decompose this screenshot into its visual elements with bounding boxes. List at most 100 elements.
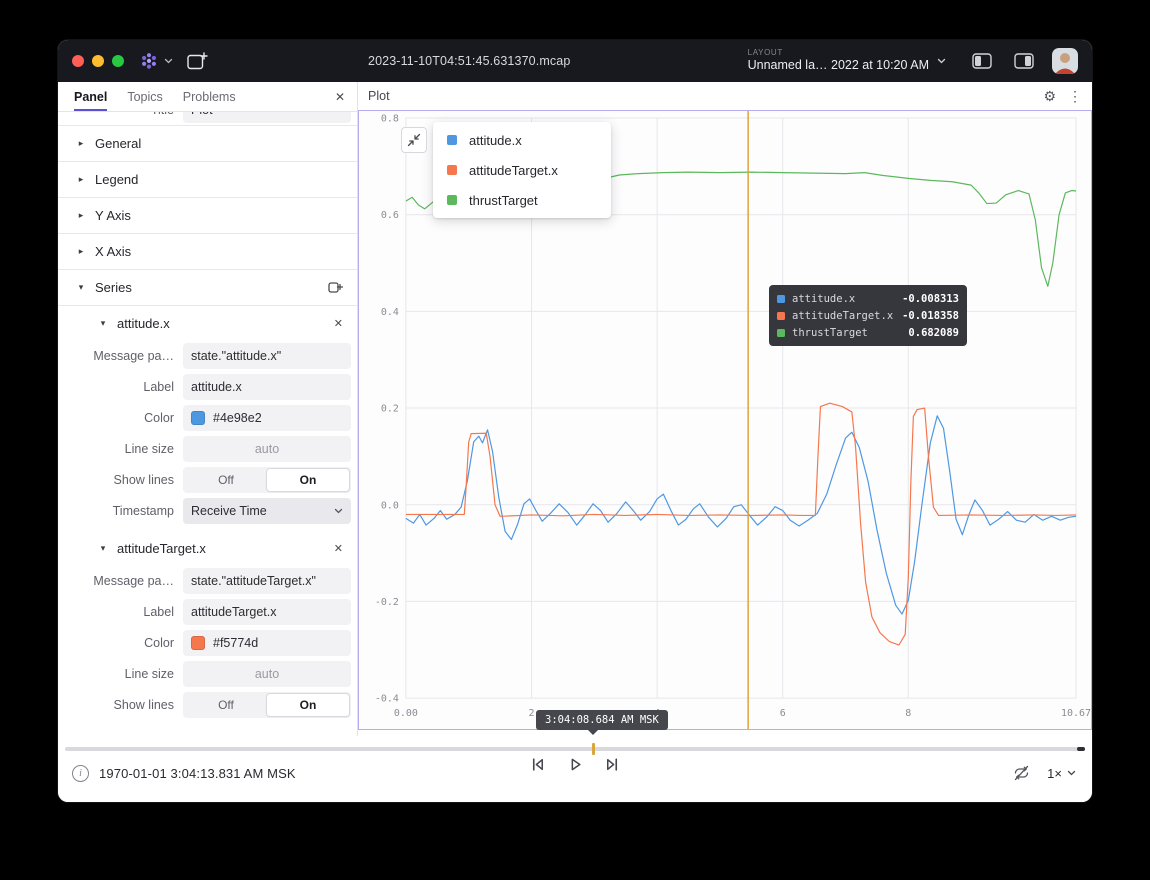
tab-problems[interactable]: Problems xyxy=(183,82,236,111)
timeline-scrubber[interactable] xyxy=(65,747,1085,751)
seek-forward-button[interactable] xyxy=(604,756,621,773)
toggle-right-sidebar-button[interactable] xyxy=(1014,53,1034,69)
title-field-label: Title xyxy=(58,112,183,117)
line-size-input[interactable]: auto xyxy=(183,661,351,687)
chevron-down-icon xyxy=(334,508,343,514)
settings-gear-icon[interactable]: ⚙ xyxy=(1043,88,1056,105)
section-general-label: General xyxy=(95,136,141,151)
caret-right-icon: ▸ xyxy=(76,138,86,149)
title-row-clipped: Title Plot xyxy=(58,112,357,126)
field-label: Label xyxy=(58,380,183,394)
field-color: Color #4e98e2 xyxy=(58,402,357,433)
svg-text:0.2: 0.2 xyxy=(381,404,399,415)
close-sidebar-button[interactable]: ✕ xyxy=(335,82,345,111)
caret-right-icon: ▸ xyxy=(76,246,86,257)
color-swatch[interactable] xyxy=(191,636,205,650)
chevron-down-icon xyxy=(1067,770,1076,776)
show-lines-off[interactable]: Off xyxy=(185,469,267,491)
caret-right-icon: ▸ xyxy=(76,210,86,221)
series-attitude-target-x-header[interactable]: ▾ attitudeTarget.x ✕ xyxy=(58,531,357,565)
hover-tooltip: attitude.x -0.008313 attitudeTarget.x -0… xyxy=(769,285,967,346)
layout-menu-button[interactable]: LAYOUT Unnamed la… 2022 at 10:20 AM xyxy=(748,48,946,74)
section-legend[interactable]: ▸ Legend xyxy=(58,162,357,198)
section-y-axis[interactable]: ▸ Y Axis xyxy=(58,198,357,234)
section-general[interactable]: ▸ General xyxy=(58,126,357,162)
layout-label: LAYOUT xyxy=(748,48,929,58)
close-window-button[interactable] xyxy=(72,55,84,67)
field-message-path: Message pa… state."attitudeTarget.x" xyxy=(58,565,357,596)
svg-text:0.4: 0.4 xyxy=(381,307,399,318)
series-attitude-x-header[interactable]: ▾ attitude.x ✕ xyxy=(58,306,357,340)
svg-text:0.00: 0.00 xyxy=(394,708,418,719)
series-color-swatch xyxy=(777,295,785,303)
label-input[interactable]: attitude.x xyxy=(183,374,351,400)
color-swatch[interactable] xyxy=(191,411,205,425)
svg-text:0.0: 0.0 xyxy=(381,500,399,511)
sidebar-tabbar: Panel Topics Problems ✕ xyxy=(58,82,357,112)
play-button[interactable] xyxy=(567,756,584,773)
collapse-legend-button[interactable] xyxy=(401,127,427,153)
caret-down-icon: ▾ xyxy=(98,543,108,554)
show-lines-off[interactable]: Off xyxy=(185,694,267,716)
legend-item-thrust-target[interactable]: thrustTarget xyxy=(433,185,611,215)
seek-backward-button[interactable] xyxy=(530,756,547,773)
tooltip-row: attitude.x -0.008313 xyxy=(777,290,959,307)
remove-series-button[interactable]: ✕ xyxy=(334,542,343,555)
field-label: Show lines xyxy=(58,473,183,487)
add-series-icon xyxy=(328,280,343,295)
show-lines-on[interactable]: On xyxy=(267,469,349,491)
toggle-left-sidebar-button[interactable] xyxy=(972,53,992,69)
message-path-input[interactable]: state."attitude.x" xyxy=(183,343,351,369)
app-menu-button[interactable] xyxy=(138,50,173,72)
series-name: attitude.x xyxy=(117,316,170,331)
title-field-input[interactable]: Plot xyxy=(183,112,351,123)
series-color-swatch xyxy=(447,135,457,145)
avatar[interactable] xyxy=(1052,48,1078,74)
plot-canvas[interactable]: 0.80.60.40.20.0-0.2-0.40.00246810.67 att… xyxy=(358,110,1092,730)
message-path-input[interactable]: state."attitudeTarget.x" xyxy=(183,568,351,594)
legend-item-attitude-x[interactable]: attitude.x xyxy=(433,125,611,155)
info-icon[interactable]: i xyxy=(72,765,89,782)
section-legend-label: Legend xyxy=(95,172,138,187)
playback-right-controls: 1× xyxy=(1012,764,1076,782)
color-input[interactable]: #4e98e2 xyxy=(183,405,351,431)
plot-panel-header: Plot ⚙ ⋮ xyxy=(358,82,1092,110)
sidebar-toggles xyxy=(972,53,1034,69)
section-x-axis[interactable]: ▸ X Axis xyxy=(58,234,357,270)
legend-label: thrustTarget xyxy=(469,193,538,208)
field-label: Color xyxy=(58,636,183,650)
chevron-down-icon xyxy=(937,58,946,64)
minimize-window-button[interactable] xyxy=(92,55,104,67)
line-size-input[interactable]: auto xyxy=(183,436,351,462)
tab-panel[interactable]: Panel xyxy=(74,82,107,111)
add-panel-button[interactable] xyxy=(187,52,208,70)
label-input[interactable]: attitudeTarget.x xyxy=(183,599,351,625)
loop-off-button[interactable] xyxy=(1012,764,1031,782)
field-label: Label xyxy=(58,605,183,619)
field-show-lines: Show lines Off On xyxy=(58,689,357,720)
playback-bar: 3:04:08.684 AM MSK i 1970-01-01 3:04:13.… xyxy=(58,736,1092,802)
tab-topics[interactable]: Topics xyxy=(127,82,162,111)
playhead-marker[interactable] xyxy=(592,743,595,755)
add-series-button[interactable] xyxy=(328,280,343,295)
legend-item-attitude-target-x[interactable]: attitudeTarget.x xyxy=(433,155,611,185)
chevron-down-icon xyxy=(164,58,173,64)
more-options-icon[interactable]: ⋮ xyxy=(1068,88,1082,105)
avatar-image xyxy=(1052,48,1078,74)
seek-forward-icon xyxy=(604,756,621,773)
section-series[interactable]: ▾ Series xyxy=(58,270,357,306)
tooltip-row: attitudeTarget.x -0.018358 xyxy=(777,307,959,324)
timeline-unloaded-segment xyxy=(1077,747,1085,751)
color-input[interactable]: #f5774d xyxy=(183,630,351,656)
playback-speed-select[interactable]: 1× xyxy=(1047,766,1076,781)
field-line-size: Line size auto xyxy=(58,433,357,464)
remove-series-button[interactable]: ✕ xyxy=(334,317,343,330)
content-area: Panel Topics Problems ✕ Title Plot ▸ Gen… xyxy=(58,82,1092,736)
svg-text:0.8: 0.8 xyxy=(381,113,399,124)
color-hex: #f5774d xyxy=(213,636,258,650)
timestamp-select[interactable]: Receive Time xyxy=(183,498,351,524)
show-lines-on[interactable]: On xyxy=(267,694,349,716)
tooltip-series-name: attitudeTarget.x xyxy=(792,310,895,322)
maximize-window-button[interactable] xyxy=(112,55,124,67)
playback-controls-row: i 1970-01-01 3:04:13.831 AM MSK xyxy=(58,756,1092,782)
